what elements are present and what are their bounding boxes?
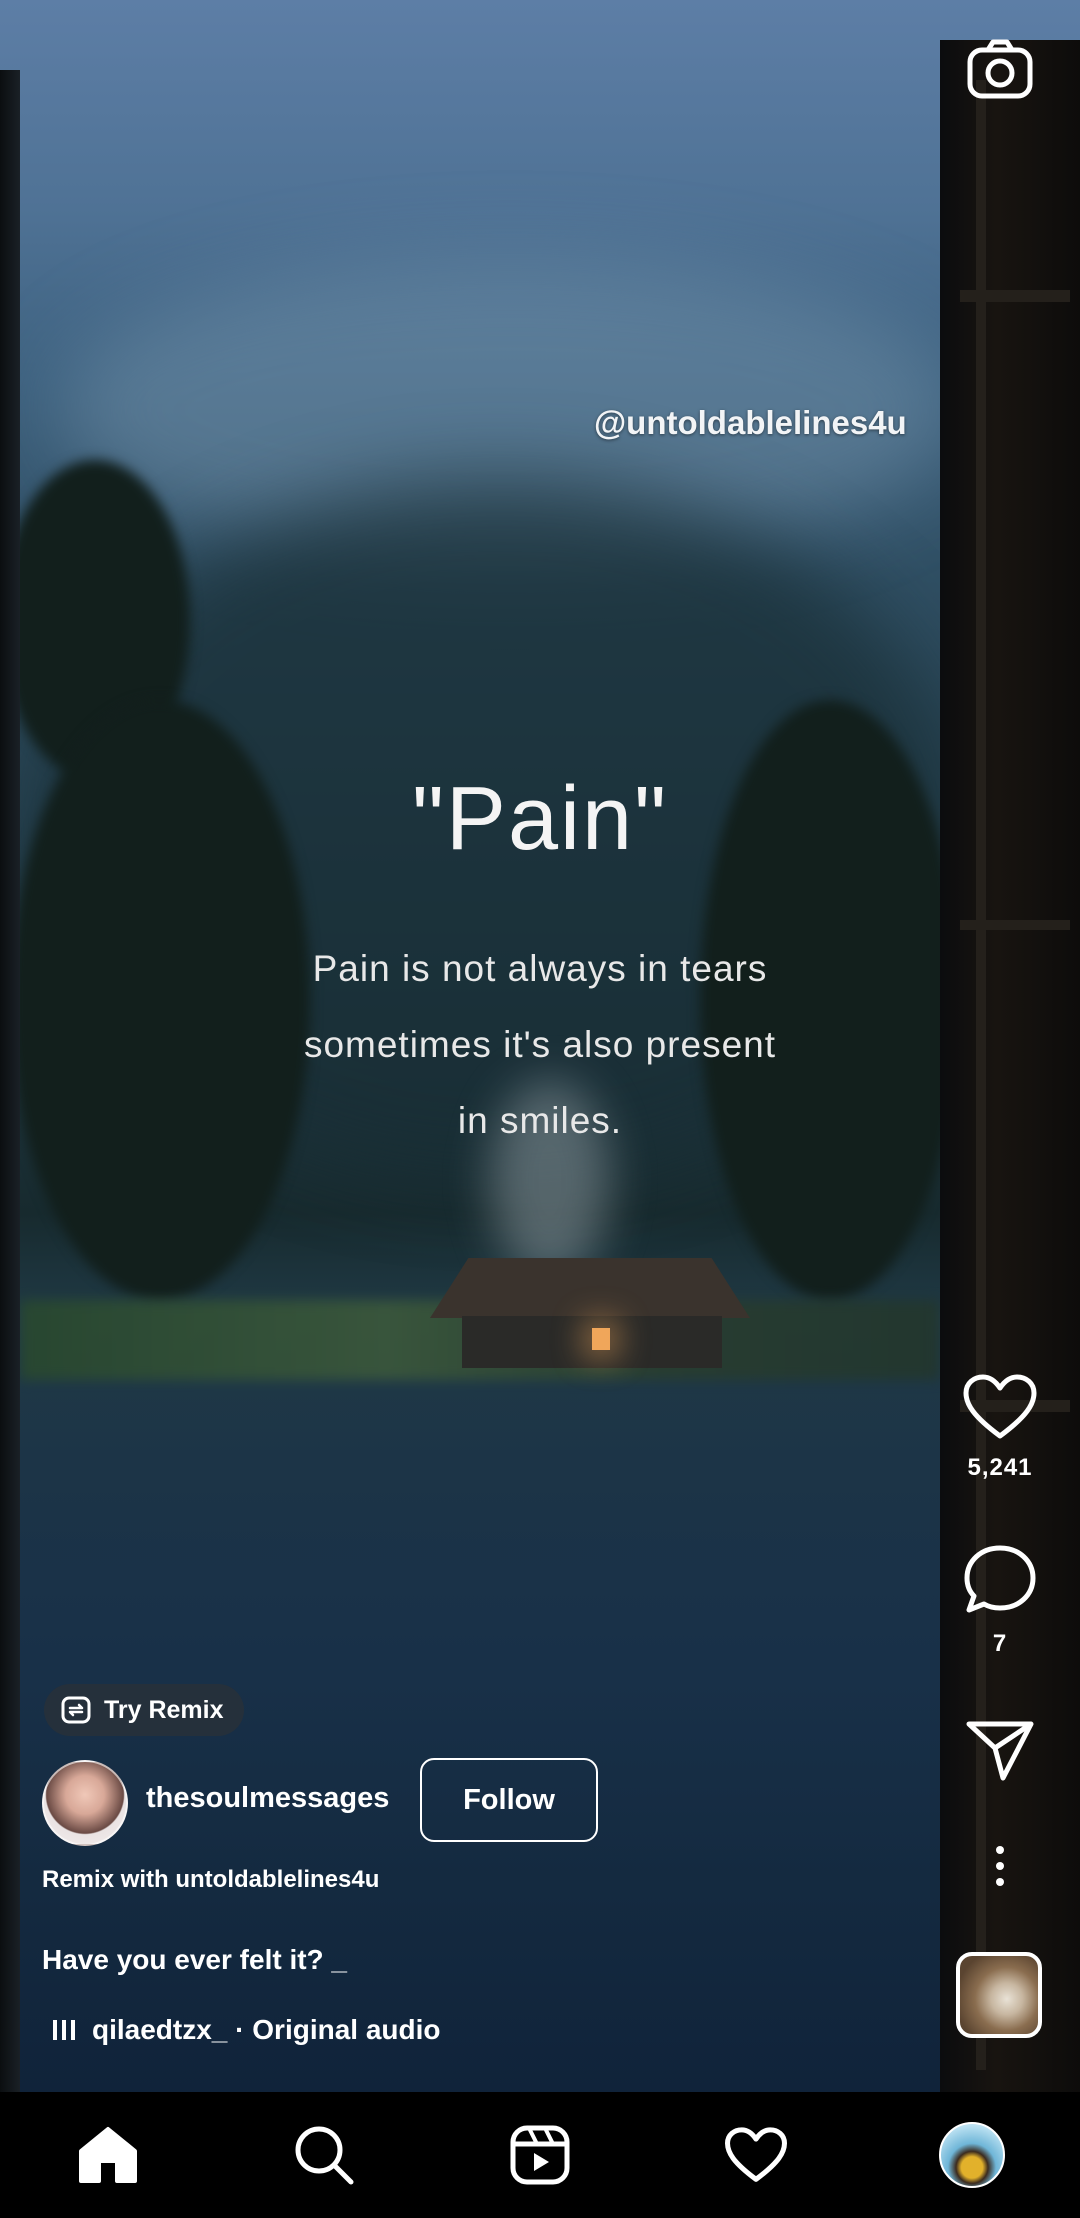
caption[interactable]: Have you ever felt it? _ [42,1944,347,1976]
share-icon[interactable] [965,1720,1035,1782]
audio-label: qilaedtzx_ · Original audio [92,2014,441,2045]
watermark-text: @untoldablelines4u [594,404,907,441]
quote-title: "Pain" [411,769,669,869]
more-icon[interactable] [950,1844,1050,1888]
username[interactable]: thesoulmessages [146,1782,389,1815]
reels-icon[interactable] [490,2105,590,2205]
comment-icon[interactable] [963,1544,1037,1616]
audio-bars-icon [53,2020,75,2040]
like-count: 5,241 [967,1454,1033,1481]
remix-icon [61,1696,91,1724]
profile-picture [939,2122,1005,2188]
heart-icon[interactable] [706,2105,806,2205]
comment-action[interactable]: 7 [950,1544,1050,1658]
quote-line-2: sometimes it's also present [303,1024,777,1065]
search-icon[interactable] [274,2105,374,2205]
hut-roof [430,1258,750,1318]
audio-info[interactable]: qilaedtzx_ · Original audio [52,2014,441,2046]
window-frame-right [940,40,1080,2092]
home-icon[interactable] [58,2105,158,2205]
try-remix-button[interactable]: Try Remix [44,1684,244,1736]
heart-icon[interactable] [963,1374,1037,1440]
camera-icon[interactable] [966,36,1034,104]
profile-avatar[interactable] [922,2105,1022,2205]
avatar[interactable] [42,1760,128,1846]
share-action[interactable] [950,1720,1050,1782]
quote-line-3: in smiles. [457,1100,623,1141]
audio-thumbnail[interactable] [956,1952,1042,2038]
comment-count: 7 [992,1630,1008,1657]
window-frame-left [0,70,20,2092]
quote-line-1: Pain is not always in tears [312,948,768,989]
try-remix-label: Try Remix [104,1695,224,1724]
like-action[interactable]: 5,241 [950,1374,1050,1482]
hut-window-light [592,1328,610,1350]
follow-button[interactable]: Follow [420,1758,598,1842]
bottom-nav [0,2092,1080,2218]
remix-with-text[interactable]: Remix with untoldablelines4u [42,1866,379,1894]
